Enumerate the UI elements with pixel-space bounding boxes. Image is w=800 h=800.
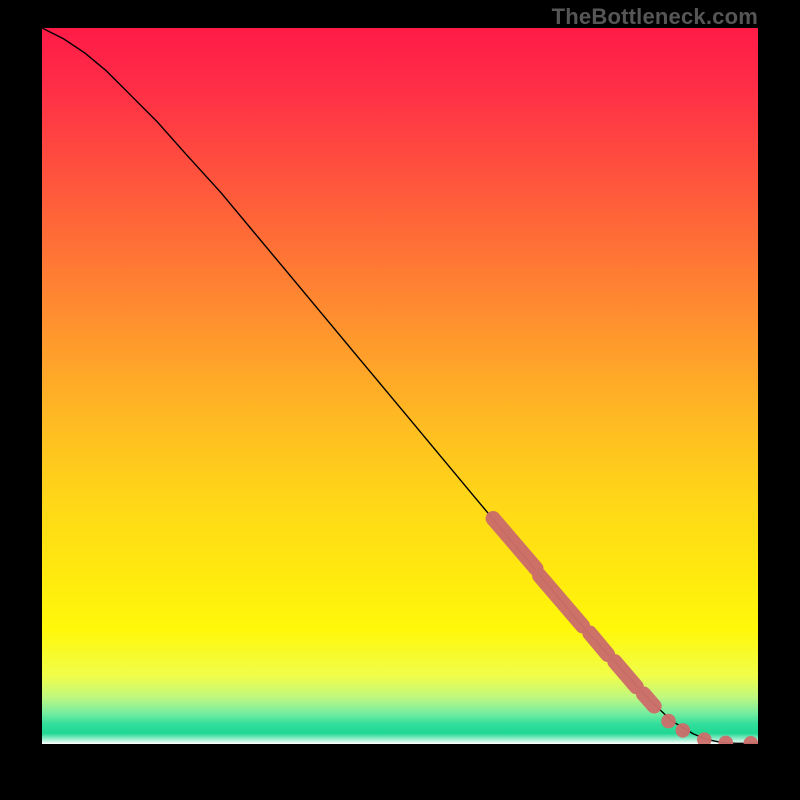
watermark: TheBottleneck.com [552,4,758,30]
gradient-background [42,28,758,744]
chart-svg [42,28,758,744]
chart-frame: TheBottleneck.com [0,0,800,800]
marker-dot [661,714,676,729]
plot-area [42,28,758,744]
marker-dot [676,723,691,738]
marker-segment [643,694,654,706]
